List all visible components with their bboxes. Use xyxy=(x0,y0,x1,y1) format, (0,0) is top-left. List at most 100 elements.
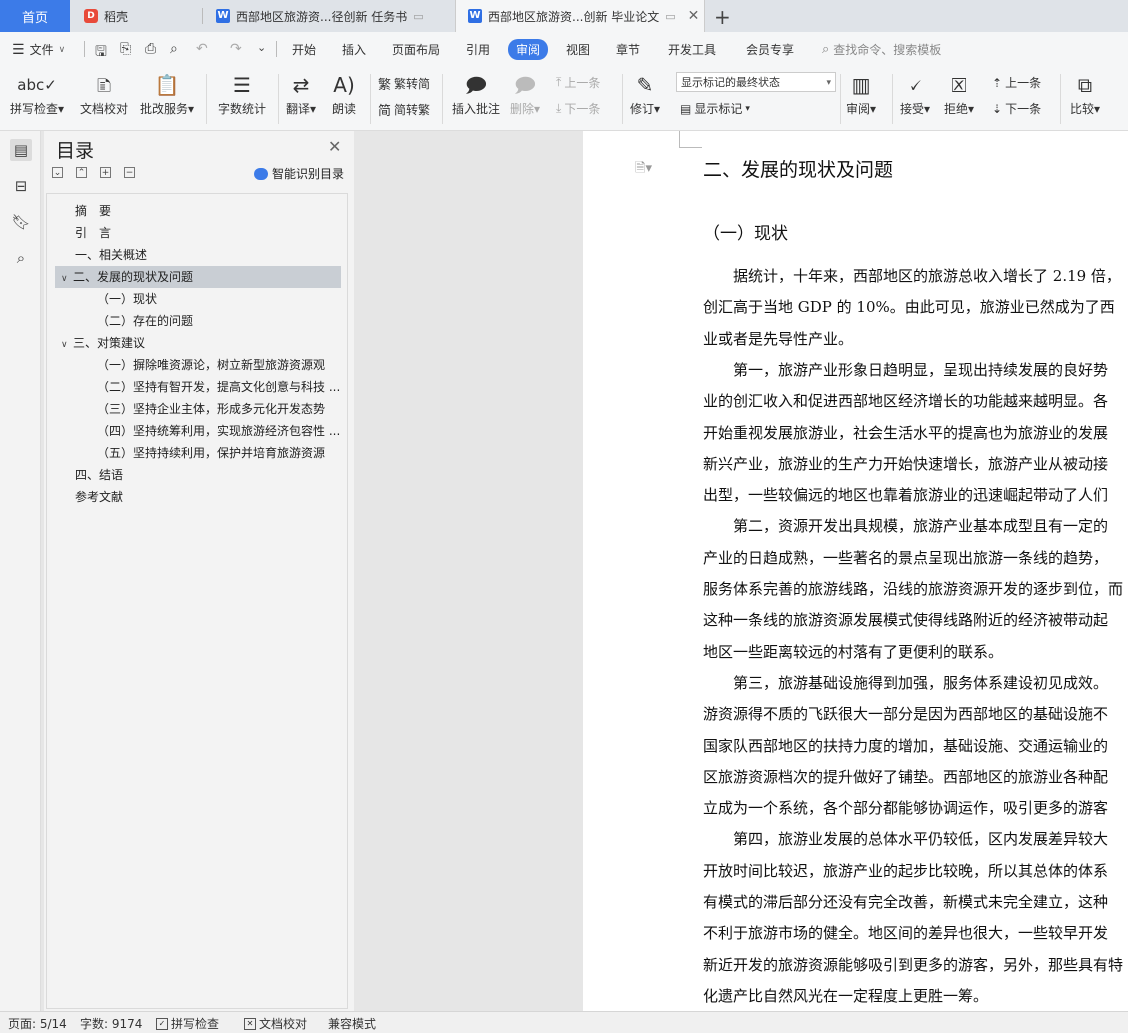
delete-comment-button[interactable]: 🗩 删除▾ xyxy=(510,70,540,117)
menu-view[interactable]: 视图 xyxy=(566,41,590,58)
doc-text-line: 创汇高于当地 GDP 的 10%。由此可见，旅游业已然成为了西 xyxy=(703,298,1115,317)
next-comment-button[interactable]: ⤓ 下一条 xyxy=(556,100,600,117)
save-icon[interactable]: 🖫 xyxy=(95,41,107,65)
prev-change-button[interactable]: ⇡ 上一条 xyxy=(992,74,1041,91)
daoke-icon: D xyxy=(84,9,98,23)
accept-icon: 🗸 xyxy=(908,73,923,97)
chevron-down-icon: ▾ xyxy=(745,103,750,114)
tab-doc-task[interactable]: W 西部地区旅游资...径创新 任务书 ▭ xyxy=(204,0,454,32)
track-changes-button[interactable]: ✎ 修订▾ xyxy=(630,70,660,117)
toc-item-label: 引 言 xyxy=(75,226,112,240)
toc-item-label: 四、结语 xyxy=(75,468,124,482)
review-ribbon: abc✓ 拼写检查▾ 🗈 文档校对 📋 批改服务▾ ☰ 字数统计 ⇄ 翻译▾ A… xyxy=(0,66,1128,131)
customize-icon[interactable]: ⌄ xyxy=(257,41,266,54)
tab-doc-thesis[interactable]: W 西部地区旅游资...创新 毕业论文 ▭ ✕ xyxy=(455,0,705,32)
monitor-icon: ▭ xyxy=(413,9,424,23)
toc-item[interactable]: （一）现状 xyxy=(97,288,341,310)
status-proof[interactable]: ✕ 文档校对 xyxy=(244,1015,307,1032)
doc-text-line: 出型，一些较偏远的地区也靠着旅游业的迅速崛起带动了人们 xyxy=(703,486,1109,505)
hamburger-icon: ☰ xyxy=(12,41,25,58)
show-markup-button[interactable]: ▤ 显示标记 ▾ xyxy=(680,100,750,117)
next-change-button[interactable]: ⇣ 下一条 xyxy=(992,100,1041,117)
show-markup-icon: ▤ xyxy=(680,101,692,116)
file-menu[interactable]: ☰ 文件 ∨ xyxy=(12,41,65,58)
close-icon[interactable]: ✕ xyxy=(328,137,341,156)
doc-proof-button[interactable]: 🗈 文档校对 xyxy=(80,70,128,117)
menu-references[interactable]: 引用 xyxy=(466,41,490,58)
undo-icon[interactable]: ↶ xyxy=(196,41,208,57)
print-preview-icon[interactable]: ⌕ xyxy=(170,41,178,57)
paragraph-menu-icon[interactable]: 🗎▾ xyxy=(635,159,652,181)
translate-button[interactable]: ⇄ 翻译▾ xyxy=(286,70,316,117)
page-indicator[interactable]: 页面: 5/14 xyxy=(8,1015,67,1032)
reject-icon: 🗵 xyxy=(951,73,967,97)
smart-toc-button[interactable]: 智能识别目录 xyxy=(254,165,344,182)
insert-comment-button[interactable]: 🗩 插入批注 xyxy=(452,70,500,117)
tab-bar: 首页 D 稻壳 W 西部地区旅游资...径创新 任务书 ▭ W 西部地区旅游资.… xyxy=(0,0,1128,32)
spellcheck-button[interactable]: abc✓ 拼写检查▾ xyxy=(10,70,64,117)
toc-item-selected[interactable]: ∨ 二、发展的现状及问题 xyxy=(55,266,341,288)
expand-all-icon[interactable]: ⌃ xyxy=(76,167,87,178)
toc-item-label: （四）坚持统筹利用，实现旅游经济包容性 ... xyxy=(97,424,341,438)
doc-text-line: 开放时间比较迟，旅游产业的起步比较晚，所以其总体的体系 xyxy=(703,861,1109,880)
toc-panel-icon[interactable]: ▤ xyxy=(10,139,32,161)
toc-item[interactable]: 摘 要 xyxy=(75,200,335,222)
menu-member[interactable]: 会员专享 xyxy=(746,41,794,58)
toc-item[interactable]: （二）存在的问题 xyxy=(97,310,341,332)
toc-item-label: 摘 要 xyxy=(75,204,112,218)
status-spellcheck[interactable]: ✓ 拼写检查 xyxy=(156,1015,219,1032)
word-count-button[interactable]: ☰ 字数统计 xyxy=(218,70,266,117)
read-aloud-icon: A) xyxy=(333,73,355,97)
reject-button[interactable]: 🗵 拒绝▾ xyxy=(944,70,974,117)
prev-comment-button[interactable]: ⤒ 上一条 xyxy=(556,74,600,91)
toc-item[interactable]: 四、结语 xyxy=(75,464,335,486)
word-count-indicator[interactable]: 字数: 9174 xyxy=(80,1015,142,1032)
toc-item[interactable]: （二）坚持有智开发，提高文化创意与科技 ... xyxy=(97,376,341,398)
toc-item[interactable]: 引 言 xyxy=(75,222,335,244)
remove-level-icon[interactable]: − xyxy=(124,167,135,178)
toc-item[interactable]: （三）坚持企业主体，形成多元化开发态势 xyxy=(97,398,341,420)
print-icon[interactable]: ⎙ xyxy=(145,41,156,57)
read-aloud-button[interactable]: A) 朗读 xyxy=(332,70,356,117)
toc-item[interactable]: 参考文献 xyxy=(75,486,335,508)
track-changes-icon: ✎ xyxy=(636,73,654,97)
document-page[interactable]: 🗎▾ 二、发展的现状及问题 （一）现状 据统计，十年来，西部地区的旅游总收入增长… xyxy=(583,131,1128,1011)
review-pane-button[interactable]: ▥ 审阅▾ xyxy=(846,70,876,117)
tab-daoke[interactable]: D 稻壳 xyxy=(72,0,202,32)
menu-start[interactable]: 开始 xyxy=(292,41,316,58)
accept-button[interactable]: 🗸 接受▾ xyxy=(900,70,930,117)
collapse-all-icon[interactable]: ⌄ xyxy=(52,167,63,178)
simp-to-trad-button[interactable]: 简 简转繁 xyxy=(378,100,430,119)
toc-panel: 目录 ✕ ⌄ ⌃ + − 智能识别目录 摘 要 引 言 一、相关概述 ∨ 二、发展… xyxy=(44,131,354,1011)
toc-item[interactable]: （一）摒除唯资源论，树立新型旅游资源观 xyxy=(97,354,341,376)
menu-review[interactable]: 审阅 xyxy=(508,39,549,60)
trad-to-simp-button[interactable]: 繁 繁转简 xyxy=(378,74,430,93)
menu-chapter[interactable]: 章节 xyxy=(616,41,640,58)
tab-home[interactable]: 首页 xyxy=(0,0,70,32)
toc-item[interactable]: ∨ 三、对策建议 xyxy=(61,332,341,354)
add-level-icon[interactable]: + xyxy=(100,167,111,178)
redo-icon[interactable]: ↷ xyxy=(230,41,242,57)
search-icon[interactable]: ⌕ xyxy=(10,247,32,269)
toc-item[interactable]: （四）坚持统筹利用，实现旅游经济包容性 ... xyxy=(97,420,341,442)
revise-service-button[interactable]: 📋 批改服务▾ xyxy=(140,70,194,117)
doc-text-line: 地区一些距离较远的村落有了更便利的联系。 xyxy=(703,642,1004,661)
menu-insert[interactable]: 插入 xyxy=(342,41,366,58)
display-mode-select[interactable]: 显示标记的最终状态 ▾ xyxy=(676,72,836,92)
menu-page-layout[interactable]: 页面布局 xyxy=(392,41,440,58)
robot-icon xyxy=(254,167,268,180)
format-painter-icon[interactable]: ⎘ xyxy=(120,41,131,57)
smart-toc-label: 智能识别目录 xyxy=(272,167,345,181)
menu-developer[interactable]: 开发工具 xyxy=(668,41,716,58)
chapter-nav-icon[interactable]: ⊟ xyxy=(10,175,32,197)
toc-item[interactable]: （五）坚持持续利用，保护并培育旅游资源 xyxy=(97,442,341,464)
close-icon[interactable]: ✕ xyxy=(688,8,700,24)
bookmark-icon[interactable]: 🔖︎ xyxy=(10,211,32,233)
prev-change-icon: ⇡ xyxy=(992,75,1003,90)
toc-item[interactable]: 一、相关概述 xyxy=(75,244,335,266)
new-tab-icon[interactable]: + xyxy=(714,5,731,29)
doc-text-line: 开始重视发展旅游业，社会生活水平的提高也为旅游业的发展 xyxy=(703,423,1109,442)
tab-daoke-label: 稻壳 xyxy=(104,9,129,24)
compare-button[interactable]: ⧉ 比较▾ xyxy=(1070,70,1100,117)
command-search[interactable]: ⌕ 查找命令、搜索模板 xyxy=(822,41,941,58)
